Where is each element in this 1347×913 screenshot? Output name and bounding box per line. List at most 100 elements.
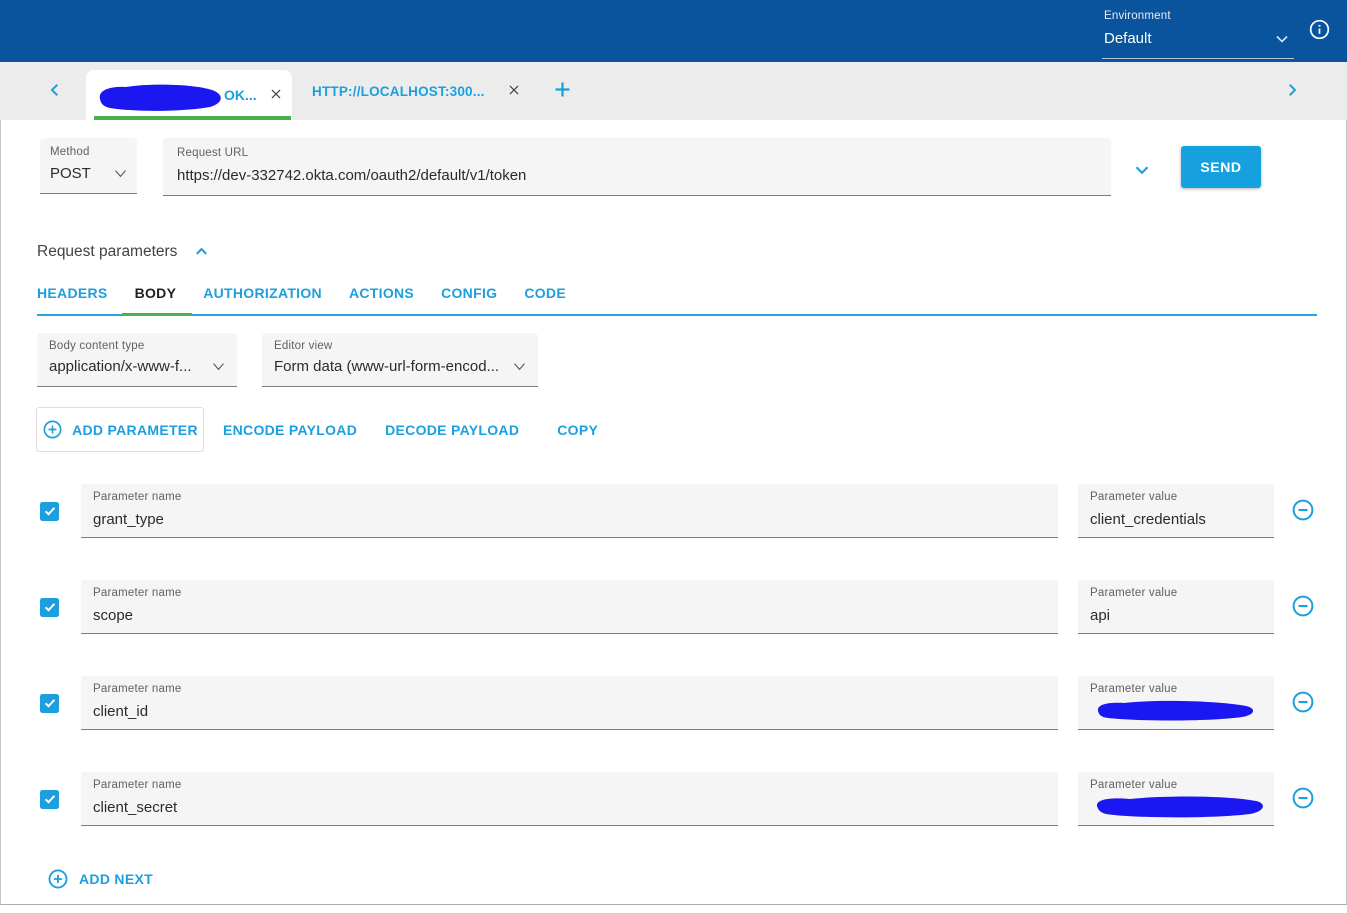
tabs-scroll-left-button[interactable] (42, 77, 68, 106)
request-parameters-header: Request parameters (37, 240, 1317, 264)
parameter-name-input[interactable]: Parameter name scope (81, 580, 1058, 634)
request-tab-bar: OK... HTTP://LOCALHOST:300... (0, 62, 1347, 120)
tab-actions[interactable]: ACTIONS (349, 285, 414, 314)
parameters-list: Parameter name grant_type Parameter valu… (30, 484, 1317, 826)
row-enabled-checkbox[interactable] (40, 502, 59, 521)
parameter-value-value: api (1090, 607, 1262, 624)
parameter-row: Parameter name grant_type Parameter valu… (30, 484, 1317, 538)
tab-code[interactable]: CODE (524, 285, 566, 314)
chevron-down-icon (1131, 159, 1153, 181)
check-icon (43, 504, 57, 518)
minus-circle-icon (1291, 690, 1315, 714)
parameter-row: Parameter name scope Parameter value api (30, 580, 1317, 634)
close-icon (507, 83, 521, 97)
chevron-down-icon (1272, 29, 1292, 49)
chevron-down-icon (112, 165, 129, 182)
parameter-name-label: Parameter name (93, 779, 1046, 791)
parameter-name-input[interactable]: Parameter name client_secret (81, 772, 1058, 826)
row-enabled-checkbox[interactable] (40, 598, 59, 617)
remove-parameter-button[interactable] (1289, 688, 1317, 719)
parameter-value-input[interactable]: Parameter value api (1078, 580, 1274, 634)
parameter-name-label: Parameter name (93, 587, 1046, 599)
environment-selector[interactable]: Environment Default (1102, 4, 1294, 59)
tab-authorization[interactable]: AUTHORIZATION (203, 285, 322, 314)
plus-icon (552, 79, 573, 100)
remove-parameter-button[interactable] (1289, 592, 1317, 623)
redaction-scribble (1090, 695, 1260, 723)
parameter-name-value: scope (93, 607, 1046, 624)
request-menu-button[interactable] (1287, 152, 1291, 156)
remove-parameter-button[interactable] (1289, 496, 1317, 527)
editor-view-select[interactable]: Editor view Form data (www-url-form-enco… (262, 333, 538, 387)
decode-payload-button[interactable]: DECODE PAYLOAD (385, 422, 519, 438)
editor-view-value: Form data (www-url-form-encod... (274, 358, 499, 375)
parameter-value-input[interactable]: Parameter value (1078, 772, 1274, 826)
new-tab-button[interactable] (549, 76, 576, 106)
plus-circle-icon (42, 419, 63, 440)
plus-circle-icon (47, 868, 69, 890)
body-content-type-select[interactable]: Body content type application/x-www-f... (37, 333, 237, 387)
parameter-row: Parameter name client_secret Parameter v… (30, 772, 1317, 826)
request-url-input[interactable]: Request URL https://dev-332742.okta.com/… (163, 138, 1111, 196)
parameter-value-label: Parameter value (1090, 779, 1262, 791)
add-parameter-label: ADD PARAMETER (72, 422, 198, 438)
tab-body[interactable]: BODY (135, 285, 177, 314)
editor-view-label: Editor view (274, 340, 528, 352)
info-button[interactable] (1306, 16, 1333, 46)
info-icon (1308, 18, 1331, 41)
tab-config[interactable]: CONFIG (441, 285, 497, 314)
chevron-down-icon (511, 358, 528, 375)
add-next-label: ADD NEXT (79, 871, 153, 887)
app-header: Environment Default (0, 0, 1347, 62)
body-options-row: Body content type application/x-www-f...… (37, 333, 1317, 387)
redaction-scribble (1090, 791, 1268, 819)
parameter-name-value: client_secret (93, 799, 1046, 816)
parameter-value-value: client_credentials (1090, 511, 1262, 528)
request-url-row: Method POST Request URL https://dev-3327… (40, 120, 1317, 196)
environment-label: Environment (1104, 10, 1292, 22)
method-label: Method (50, 146, 129, 158)
copy-button[interactable]: COPY (557, 422, 598, 438)
method-select[interactable]: Method POST (40, 138, 137, 194)
parameter-row: Parameter name client_id Parameter value (30, 676, 1317, 730)
add-next-button[interactable]: ADD NEXT (47, 868, 153, 890)
tab-close-button[interactable] (267, 85, 285, 106)
editor-tabs: HEADERS BODY AUTHORIZATION ACTIONS CONFI… (37, 285, 1317, 316)
remove-parameter-button[interactable] (1289, 784, 1317, 815)
parameter-name-value: grant_type (93, 511, 1046, 528)
parameter-value-input[interactable]: Parameter value client_credentials (1078, 484, 1274, 538)
check-icon (43, 600, 57, 614)
row-enabled-checkbox[interactable] (40, 694, 59, 713)
tab-headers[interactable]: HEADERS (37, 285, 108, 314)
app-window: Environment Default (0, 0, 1347, 913)
close-icon (269, 87, 283, 101)
tabs-scroll-right-button[interactable] (1279, 77, 1305, 106)
check-icon (43, 696, 57, 710)
parameter-value-label: Parameter value (1090, 491, 1262, 503)
parameter-name-input[interactable]: Parameter name client_id (81, 676, 1058, 730)
tab-title: HTTP://LOCALHOST:300... (312, 84, 485, 99)
request-url-value: https://dev-332742.okta.com/oauth2/defau… (177, 167, 1097, 184)
chevron-up-icon (192, 242, 211, 261)
parameter-value-label: Parameter value (1090, 587, 1262, 599)
row-enabled-checkbox[interactable] (40, 790, 59, 809)
tab-localhost-request[interactable]: HTTP://LOCALHOST:300... (312, 81, 523, 102)
environment-value: Default (1104, 30, 1272, 47)
send-button[interactable]: SEND (1181, 146, 1261, 188)
parameter-value-input[interactable]: Parameter value (1078, 676, 1274, 730)
minus-circle-icon (1291, 498, 1315, 522)
url-detail-expand-button[interactable] (1129, 157, 1155, 186)
tab-active-okta-request[interactable]: OK... (86, 70, 292, 120)
tab-title: OK... (224, 87, 257, 103)
section-collapse-button[interactable] (190, 240, 213, 264)
body-content-type-label: Body content type (49, 340, 227, 352)
form-toolbar: ADD PARAMETER ENCODE PAYLOAD DECODE PAYL… (36, 407, 1317, 452)
chevron-left-icon (46, 81, 64, 99)
chevron-right-icon (1283, 81, 1301, 99)
parameter-name-input[interactable]: Parameter name grant_type (81, 484, 1058, 538)
add-parameter-button[interactable]: ADD PARAMETER (36, 407, 204, 452)
tab-close-button[interactable] (505, 81, 523, 102)
parameter-name-value: client_id (93, 703, 1046, 720)
encode-payload-button[interactable]: ENCODE PAYLOAD (223, 422, 357, 438)
parameter-value-label: Parameter value (1090, 683, 1262, 695)
